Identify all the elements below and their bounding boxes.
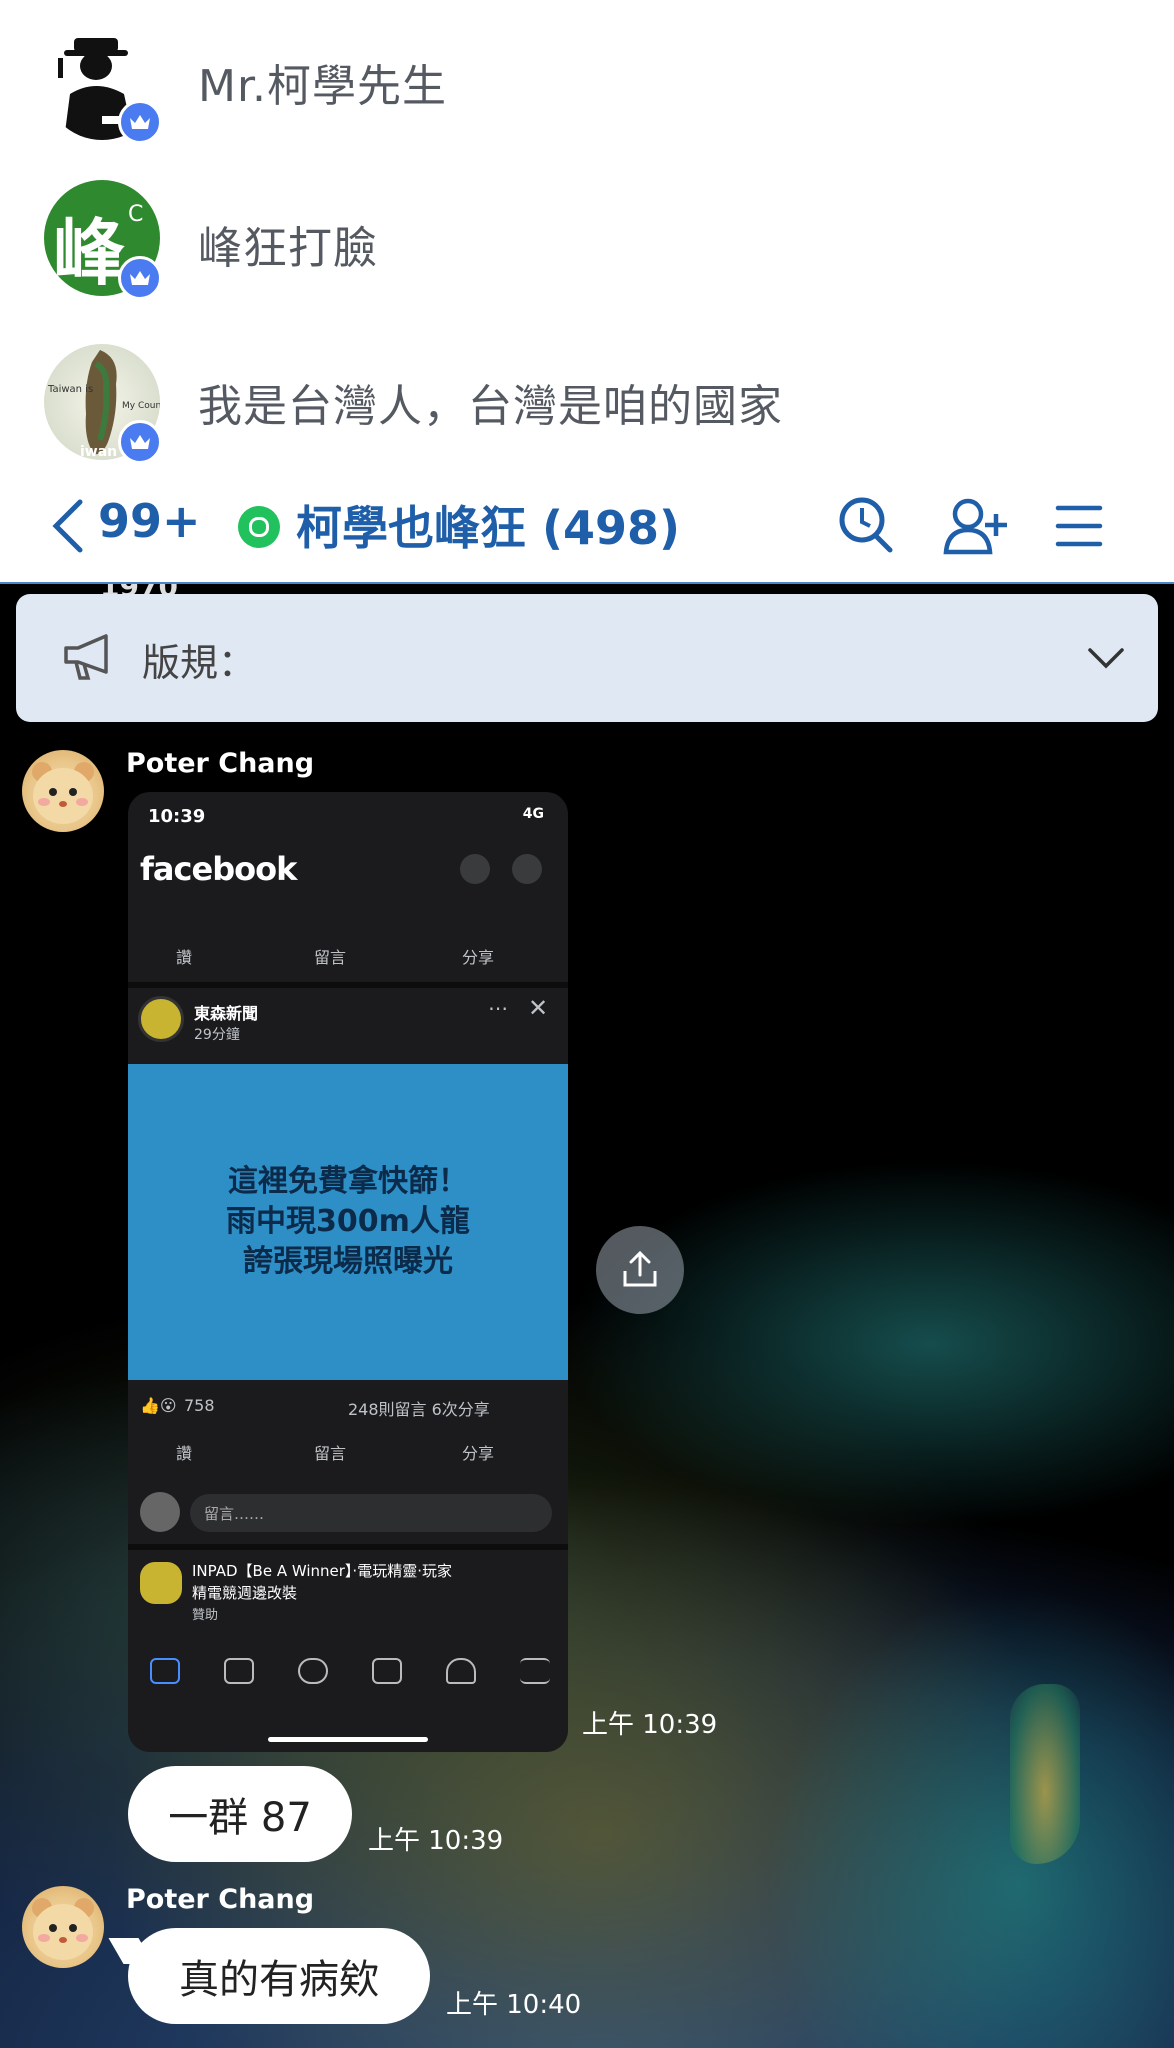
divider — [128, 982, 568, 988]
chat-header: 99+ 柯學也峰狂 (498) — [0, 470, 1174, 584]
groups-icon — [298, 1658, 328, 1684]
chat-area[interactable]: 1970 版規： Poter Chang 10:39 4G facebook 讚… — [0, 584, 1174, 2048]
message-bubble[interactable]: 一群 87 — [128, 1766, 352, 1862]
chevron-down-icon[interactable] — [1086, 638, 1126, 678]
add-friend-icon[interactable] — [942, 496, 1008, 556]
reaction-icons: 👍😮 — [140, 1396, 177, 1415]
watch-icon — [224, 1658, 254, 1684]
menu-icon — [520, 1658, 550, 1684]
chat-list-item[interactable]: Mr.柯學先生 — [0, 6, 1174, 146]
message-bubble[interactable]: 真的有病欸 — [128, 1928, 430, 2024]
crown-icon — [118, 420, 162, 464]
facebook-tab-bar — [128, 1642, 568, 1752]
post-actions: 讚 留言 分享 — [128, 944, 568, 974]
crown-icon — [118, 100, 162, 144]
share-label: 分享 — [462, 948, 495, 967]
message-text: 一群 87 — [168, 1795, 312, 1841]
page-name: 東森新聞 — [194, 1004, 259, 1023]
pages-icon — [372, 1658, 402, 1684]
reaction-count: 758 — [184, 1396, 215, 1415]
chat-list: Mr.柯學先生 峰 C 峰狂打臉 Taiwan is My Country iw… — [0, 0, 1174, 470]
post-image: 這裡免費拿快篩！ 雨中現300m人龍 誇張現場照曝光 — [128, 1064, 568, 1380]
status-time: 10:39 — [148, 806, 206, 827]
megaphone-icon — [62, 632, 116, 684]
status-network: 4G — [522, 806, 544, 822]
poster-line: 誇張現場照曝光 — [242, 1244, 453, 1279]
ad-title: INPAD【Be A Winner】·電玩精靈·玩家 — [192, 1562, 452, 1580]
more-icon: ⋯ — [488, 996, 508, 1020]
group-status-icon — [238, 506, 280, 548]
crown-icon — [118, 256, 162, 300]
messenger-icon — [512, 854, 542, 884]
menu-icon[interactable] — [1054, 496, 1114, 556]
share-icon — [623, 1250, 657, 1287]
like-label: 讚 — [176, 948, 193, 967]
home-indicator — [268, 1737, 428, 1742]
message-time: 上午 10:39 — [368, 1826, 504, 1856]
poster-line: 雨中現300m人龍 — [226, 1204, 470, 1239]
svg-text:My Country: My Country — [122, 401, 160, 411]
announcement-banner[interactable]: 版規： — [16, 594, 1158, 722]
poster-line: 這裡免費拿快篩！ — [227, 1164, 468, 1199]
close-icon: ✕ — [528, 994, 549, 1022]
share-button[interactable] — [596, 1226, 684, 1314]
image-message[interactable]: 10:39 4G facebook 讚 留言 分享 東森新聞 29分鐘 ⋯ ✕ … — [128, 792, 568, 1752]
message-time: 上午 10:40 — [446, 1990, 582, 2020]
comment-box: 留言…… — [190, 1494, 552, 1532]
facebook-logo: facebook — [140, 850, 297, 888]
post-age: 29分鐘 — [194, 1027, 240, 1043]
comment-placeholder: 留言…… — [204, 1505, 265, 1523]
bell-icon — [446, 1658, 476, 1684]
advertiser-logo — [140, 1562, 182, 1604]
announcement-text: 版規： — [142, 641, 257, 685]
home-icon — [150, 1658, 180, 1684]
svg-text:Taiwan is: Taiwan is — [47, 384, 93, 395]
chat-list-item[interactable]: Taiwan is My Country iwan 我是台灣人，台灣是咱的國家 — [0, 330, 1174, 470]
comment-label: 留言 — [314, 948, 347, 967]
chat-title[interactable]: 柯學也峰狂 (498) — [296, 492, 680, 558]
sender-name: Poter Chang — [126, 748, 315, 779]
chat-name: 我是台灣人，台灣是咱的國家 — [198, 381, 783, 432]
chat-name: 峰狂打臉 — [198, 223, 378, 274]
unread-count[interactable]: 99+ — [98, 494, 201, 548]
search-icon — [460, 854, 490, 884]
message-time: 上午 10:39 — [582, 1710, 718, 1740]
back-icon[interactable] — [48, 498, 88, 554]
share-label: 分享 — [462, 1444, 495, 1463]
sender-name: Poter Chang — [126, 1884, 315, 1915]
divider — [128, 1544, 568, 1550]
avatar[interactable] — [22, 750, 104, 832]
ad-subtitle: 精電競週邊改裝 — [192, 1584, 298, 1602]
search-icon[interactable] — [836, 496, 896, 556]
like-label: 讚 — [176, 1444, 193, 1463]
background-island — [1010, 1684, 1080, 1864]
post-stats-text: 248則留言 6次分享 — [348, 1400, 490, 1419]
page-logo — [138, 996, 184, 1042]
avatar[interactable] — [22, 1886, 104, 1968]
ad-tag: 贊助 — [192, 1608, 219, 1623]
user-avatar — [140, 1492, 180, 1532]
message-text: 真的有病欸 — [179, 1957, 379, 2003]
svg-text:iwan: iwan — [80, 444, 117, 460]
chat-list-item[interactable]: 峰 C 峰狂打臉 — [0, 168, 1174, 308]
comment-label: 留言 — [314, 1444, 347, 1463]
chat-name: Mr.柯學先生 — [198, 61, 447, 112]
